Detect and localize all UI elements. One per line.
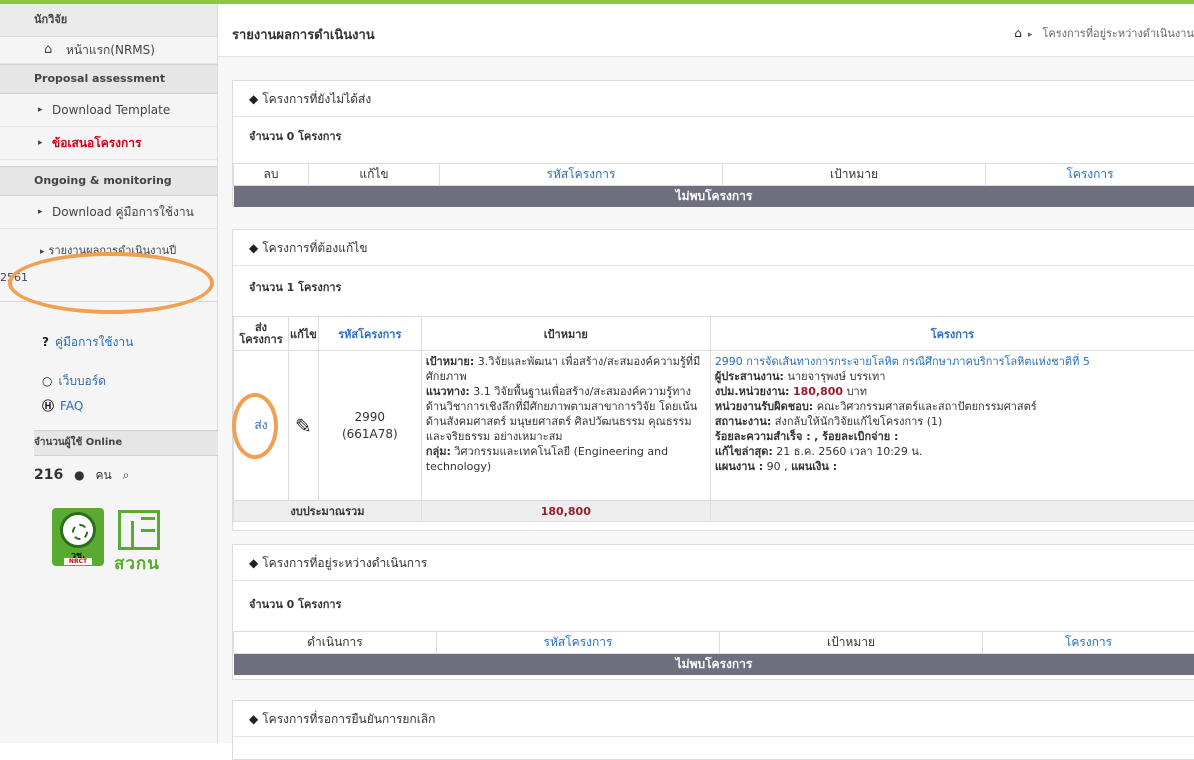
col-code[interactable]: รหัสโครงการ [440, 164, 723, 186]
home-icon[interactable]: ⌂ [1014, 26, 1022, 40]
empty-row: ไม่พบโครงการ [234, 654, 1194, 676]
pencil-icon[interactable]: ✎ [289, 351, 319, 501]
col-goal: เป้าหมาย [720, 632, 983, 654]
project-goal: เป้าหมาย: 3.วิจัยและพัฒนา เพื่อสร้าง/สะส… [421, 351, 710, 501]
tag-icon: ◆ [249, 241, 258, 255]
tag-icon: ◆ [249, 92, 258, 106]
sidebar: นักวิจัย ⌂ หน้าแรก(NRMS) Proposal assess… [0, 4, 218, 743]
total-label: งบประมาณรวม [234, 501, 422, 522]
webboard-link[interactable]: ○เว็บบอร์ด [42, 372, 106, 391]
col-code[interactable]: รหัสโครงการ [318, 317, 421, 351]
panel-title: โครงการที่ต้องแก้ไข [262, 241, 367, 255]
projects-table: ดำเนินการ รหัสโครงการ เป้าหมาย โครงการ ไ… [233, 631, 1194, 675]
project-count: จำนวน 0 โครงการ [249, 595, 341, 613]
page-header: รายงานผลการดำเนินงาน ⌂ ▸ โครงการที่อยู่ระห… [218, 4, 1194, 57]
projects-table: ส่ง โครงการ แก้ไข รหัสโครงการ เป้าหมาย โ… [233, 316, 1194, 522]
sidebar-item-report-2561[interactable]: ▸ รายงานผลการดำเนินงานปี 2561 [0, 229, 217, 302]
col-project[interactable]: โครงการ [710, 317, 1194, 351]
chat-icon: ○ [42, 374, 52, 388]
total-value: 180,800 [421, 501, 710, 522]
col-action: ดำเนินการ [234, 632, 437, 654]
user-icon: ● [74, 468, 84, 482]
sidebar-item-label: Download คู่มือการใช้งาน [52, 205, 194, 219]
sidebar-item-download-manual[interactable]: ▸ Download คู่มือการใช้งาน [0, 196, 217, 229]
panel-in-progress: ◆ โครงการที่อยู่ระหว่างดำเนินการ จำนวน 0 … [232, 544, 1194, 680]
panel-title: โครงการที่อยู่ระหว่างดำเนินการ [262, 556, 427, 570]
col-delete: ลบ [234, 164, 309, 186]
sidebar-item-label: ข้อเสนอโครงการ [52, 136, 141, 150]
sidebar-item-label: หน้าแรก(NRMS) [66, 43, 155, 57]
sidebar-item-download-template[interactable]: ▸ Download Template [0, 94, 217, 127]
col-send: ส่ง โครงการ [234, 317, 289, 351]
total-row: งบประมาณรวม 180,800 [234, 501, 1194, 522]
panel-title: โครงการที่รอการยืนยันการยกเลิก [262, 712, 435, 726]
tsri-mark-icon [118, 510, 160, 550]
tsri-logo: สวกน [108, 508, 178, 570]
panel-cancel-pending: ◆ โครงการที่รอการยืนยันการยกเลิก [232, 700, 1194, 760]
panel-needs-edit: ◆ โครงการที่ต้องแก้ไข จำนวน 1 โครงการ ส่ง… [232, 229, 1194, 531]
caret-right-icon: ▸ [40, 247, 45, 257]
send-link[interactable]: ส่ง [234, 351, 289, 501]
tag-icon: ◆ [249, 556, 258, 570]
panel-not-submitted: ◆โครงการที่ยังไม่ได้ส่ง จำนวน 0 โครงการ … [232, 80, 1194, 206]
question-icon: ? [42, 335, 49, 349]
tag-icon: ◆ [249, 712, 258, 726]
sidebar-item-proposal[interactable]: ▸ ข้อเสนอโครงการ [0, 127, 217, 160]
caret-right-icon: ▸ [38, 94, 43, 126]
chevron-right-icon: ▸ [1028, 30, 1033, 40]
col-goal: เป้าหมาย [723, 164, 986, 186]
breadcrumb-current: โครงการที่อยู่ระหว่างดำเนินงาน [1042, 27, 1194, 40]
online-users-header: จำนวนผู้ใช้ Online [34, 430, 218, 456]
project-count: จำนวน 0 โครงการ [249, 127, 341, 145]
sidebar-item-home[interactable]: ⌂ หน้าแรก(NRMS) [0, 37, 217, 64]
col-project[interactable]: โครงการ [983, 632, 1194, 654]
sidebar-header: นักวิจัย [0, 4, 217, 37]
table-row: ส่ง ✎ 2990(661A78) เป้าหมาย: 3.วิจัยและพ… [234, 351, 1194, 501]
project-title-link[interactable]: 2990 การจัดเส้นทางการกระจายโลหิต กรณีศึก… [715, 355, 1090, 368]
empty-row: ไม่พบโครงการ [234, 186, 1194, 208]
caret-right-icon: ▸ [38, 196, 43, 228]
sidebar-section-proposal: Proposal assessment [0, 64, 217, 94]
nrct-logo: วช. NRCT [52, 508, 104, 566]
faq-link[interactable]: ⒽFAQ [42, 397, 83, 414]
main-content: รายงานผลการดำเนินงาน ⌂ ▸ โครงการที่อยู่ระห… [218, 4, 1194, 743]
col-code[interactable]: รหัสโครงการ [437, 632, 720, 654]
help-circle-icon: Ⓗ [42, 399, 54, 413]
projects-table: ลบ แก้ไข รหัสโครงการ เป้าหมาย โครงการ ไม… [233, 163, 1194, 207]
col-goal: เป้าหมาย [421, 317, 710, 351]
col-edit: แก้ไข [289, 317, 319, 351]
page-title: รายงานผลการดำเนินงาน [232, 24, 375, 45]
project-count: จำนวน 1 โครงการ [249, 278, 341, 296]
sidebar-item-label: รายงานผลการดำเนินงานปี [49, 244, 177, 257]
project-details: 2990 การจัดเส้นทางการกระจายโลหิต กรณีศึก… [710, 351, 1194, 501]
sidebar-item-label: Download Template [52, 103, 170, 117]
panel-title: โครงการที่ยังไม่ได้ส่ง [262, 92, 371, 106]
online-users-count: 216 ● คน ⌕ [34, 466, 129, 485]
col-edit: แก้ไข [309, 164, 440, 186]
sidebar-section-ongoing: Ongoing & monitoring [0, 166, 217, 196]
project-code: 2990(661A78) [318, 351, 421, 501]
breadcrumb: ⌂ ▸ โครงการที่อยู่ระหว่างดำเนินงาน [1014, 24, 1194, 42]
search-icon[interactable]: ⌕ [123, 468, 130, 482]
col-project[interactable]: โครงการ [986, 164, 1194, 186]
manual-link[interactable]: ?คู่มือการใช้งาน [42, 333, 133, 352]
nrct-seal-icon [60, 512, 96, 548]
home-icon: ⌂ [44, 37, 52, 63]
sidebar-item-year: 2561 [0, 271, 28, 284]
caret-right-icon: ▸ [38, 127, 43, 159]
